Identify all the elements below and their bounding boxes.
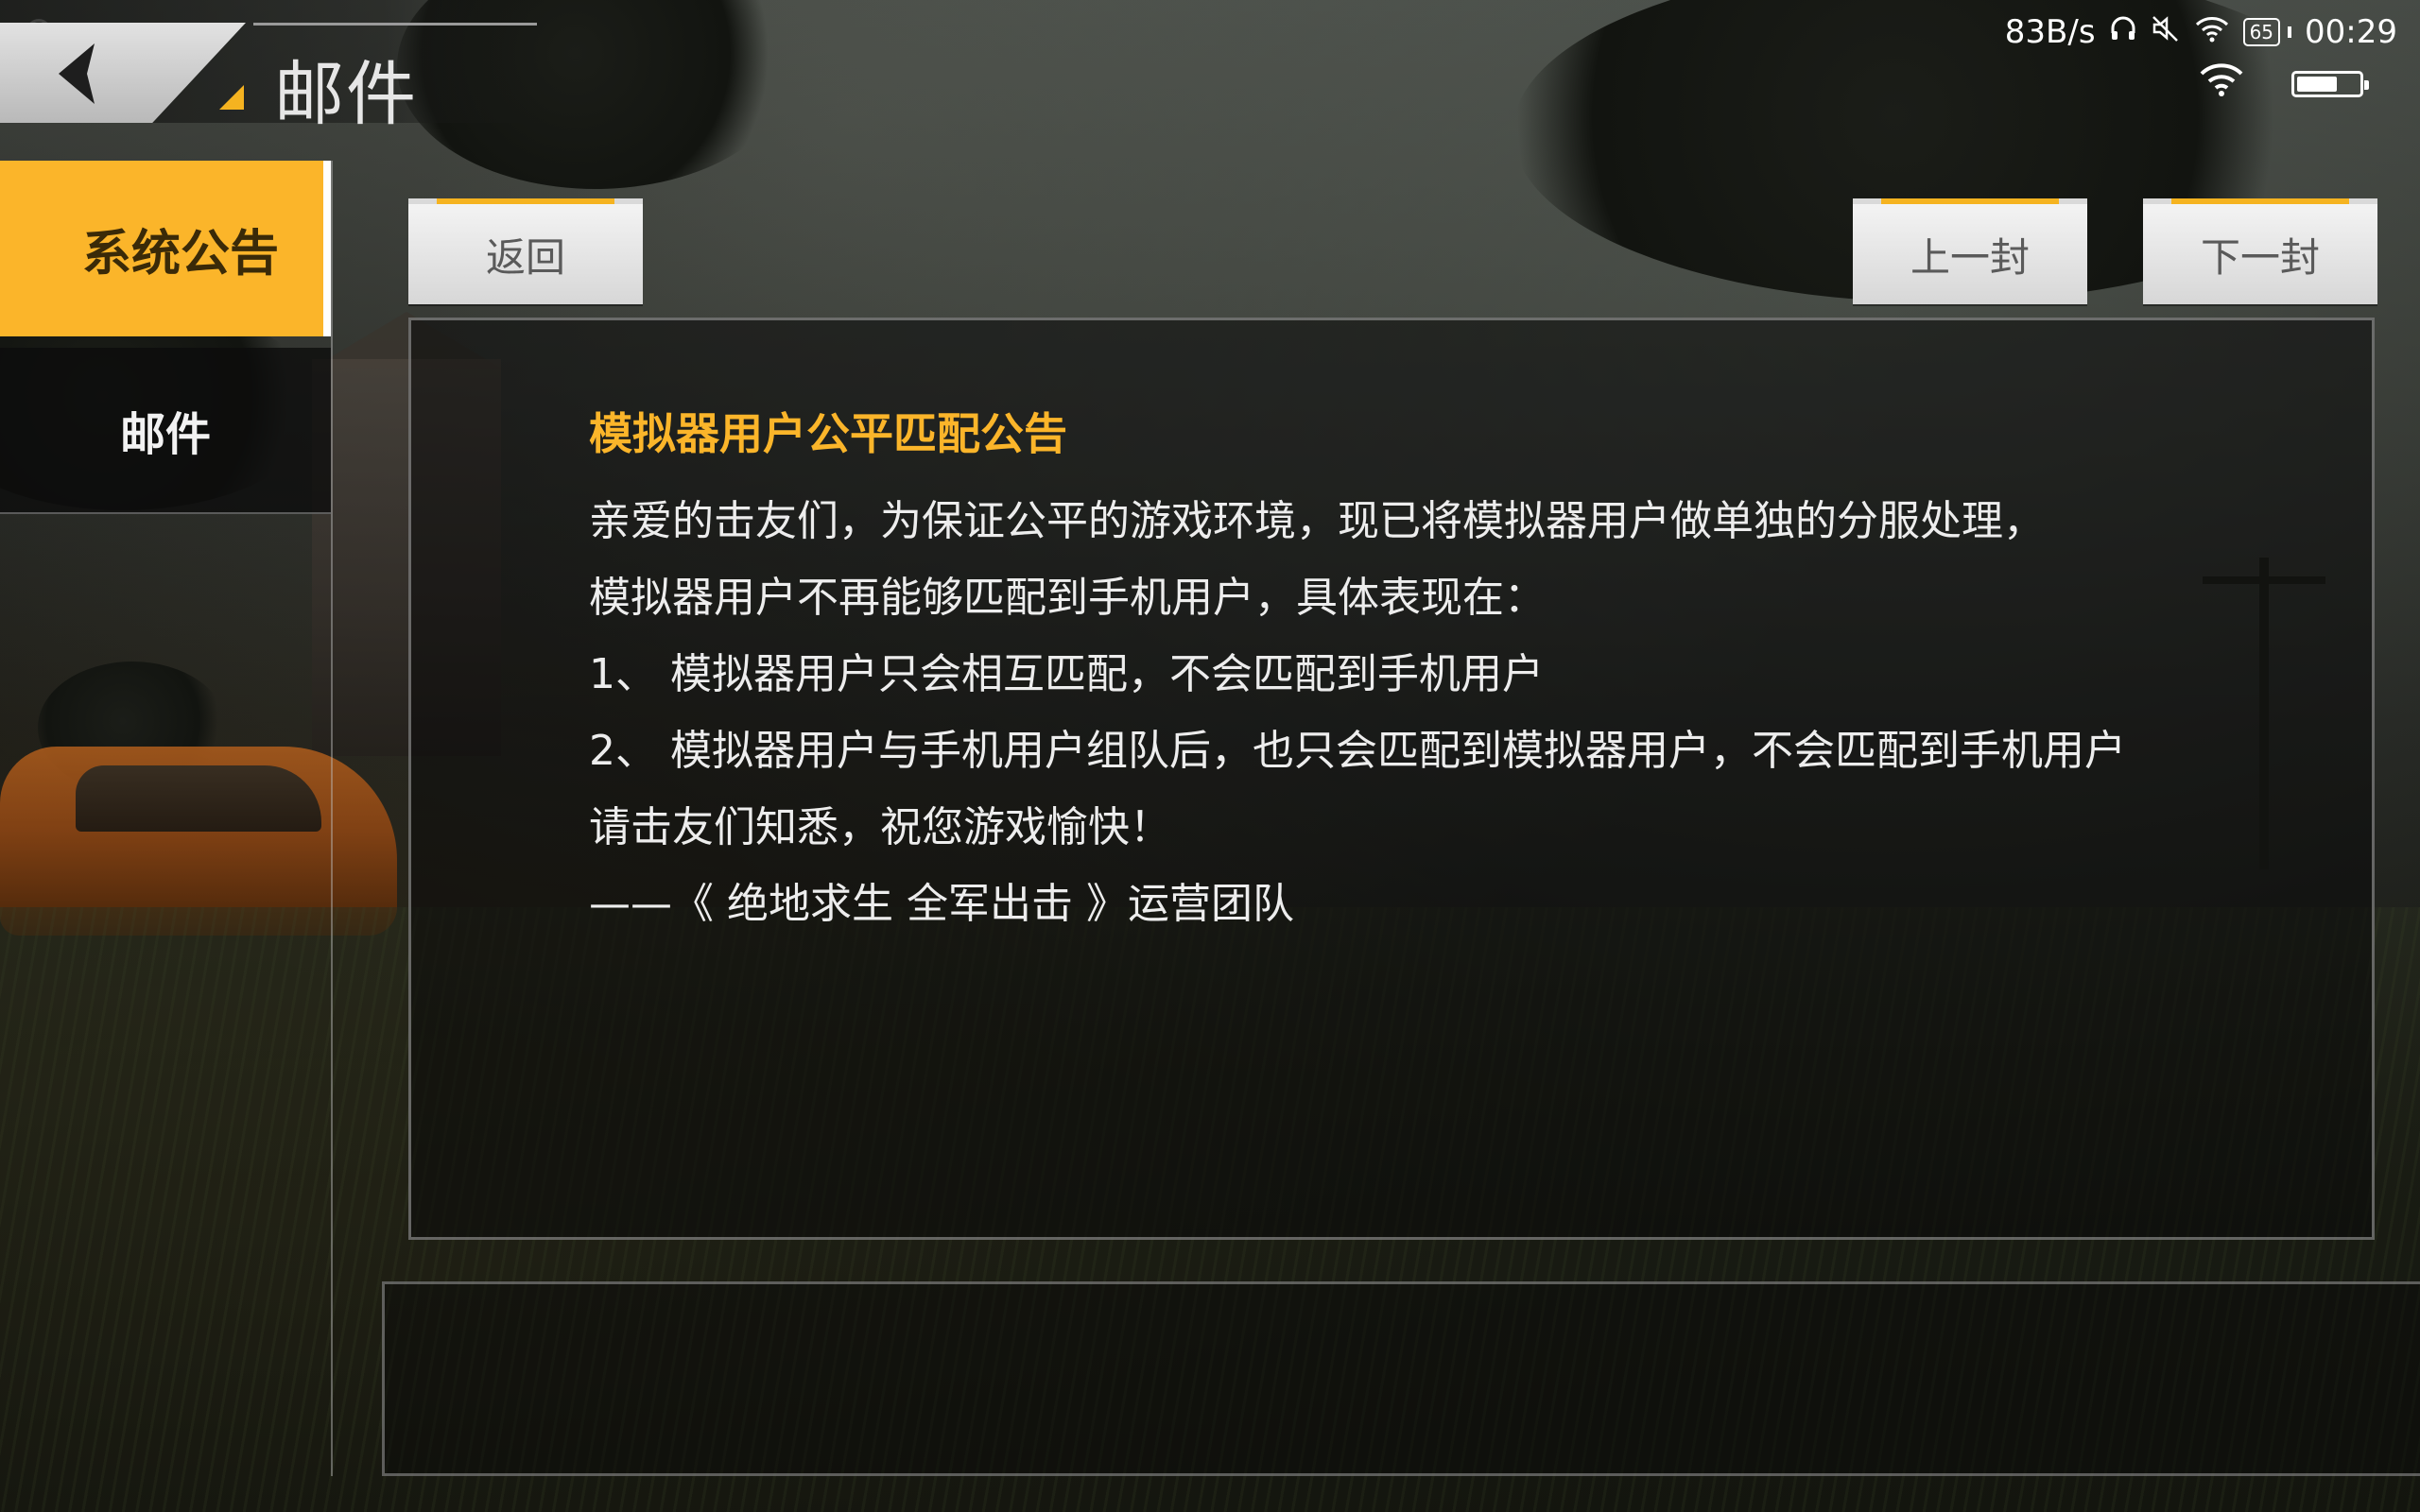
mute-icon [2151,14,2181,50]
sidebar-item-label: 邮件 [119,408,211,461]
sidebar-item-system-notice[interactable]: 系统公告 [0,161,331,336]
mail-line: 亲爱的击友们，为保证公平的游戏环境，现已将模拟器用户做单独的分服处理， [589,497,2045,545]
chevron-left-icon [59,43,95,104]
return-button-label: 返回 [485,233,565,281]
net-speed: 83B/s [2004,13,2096,51]
mail-line: 请击友们知悉，祝您游戏愉快！ [589,803,1171,851]
battery-fill [2297,76,2337,92]
sidebar-item-mail[interactable]: 邮件 [0,348,331,514]
next-mail-button[interactable]: 下一封 [2143,198,2377,304]
previous-mail-button-label: 上一封 [1910,233,2030,281]
mail-body: 模拟器用户公平匹配公告 亲爱的击友们，为保证公平的游戏环境，现已将模拟器用户做单… [589,400,2347,942]
headphones-icon [2109,14,2137,50]
status-row-secondary [2199,60,2369,107]
game-screen: 83B/s 65 00:29 邮件 系统公告 邮件 返回 上一封 下一封 模拟器… [0,0,2420,1512]
page-title: 邮件 [274,54,418,135]
return-button[interactable]: 返回 [408,198,643,304]
sidebar: 系统公告 邮件 [0,161,333,1476]
mail-line: 模拟器用户不再能够匹配到手机用户，具体表现在： [589,574,1546,622]
wifi-icon [2194,14,2230,50]
sidebar-item-label: 系统公告 [81,225,279,283]
battery-icon [2291,70,2369,97]
mail-line: ——《 绝地求生 全军出击 》运营团队 [589,880,1294,928]
clock: 00:29 [2305,13,2397,51]
header-divider [253,23,537,26]
battery-badge-cap [2288,26,2292,38]
battery-percent-badge: 65 [2242,18,2281,46]
header-accent-triangle [219,85,244,110]
wifi-icon [2199,60,2244,107]
mail-title: 模拟器用户公平匹配公告 [589,408,1067,459]
attachment-panel [382,1281,2420,1476]
mail-line: 2、 模拟器用户与手机用户组队后，也只会匹配到模拟器用户，不会匹配到手机用户 [589,727,2126,775]
status-right: 83B/s 65 00:29 [2005,13,2397,51]
previous-mail-button[interactable]: 上一封 [1853,198,2087,304]
mail-content-panel[interactable]: 模拟器用户公平匹配公告 亲爱的击友们，为保证公平的游戏环境，现已将模拟器用户做单… [408,318,2375,1240]
next-mail-button-label: 下一封 [2200,233,2320,281]
mail-line: 1、 模拟器用户只会相互匹配，不会匹配到手机用户 [589,650,1544,698]
